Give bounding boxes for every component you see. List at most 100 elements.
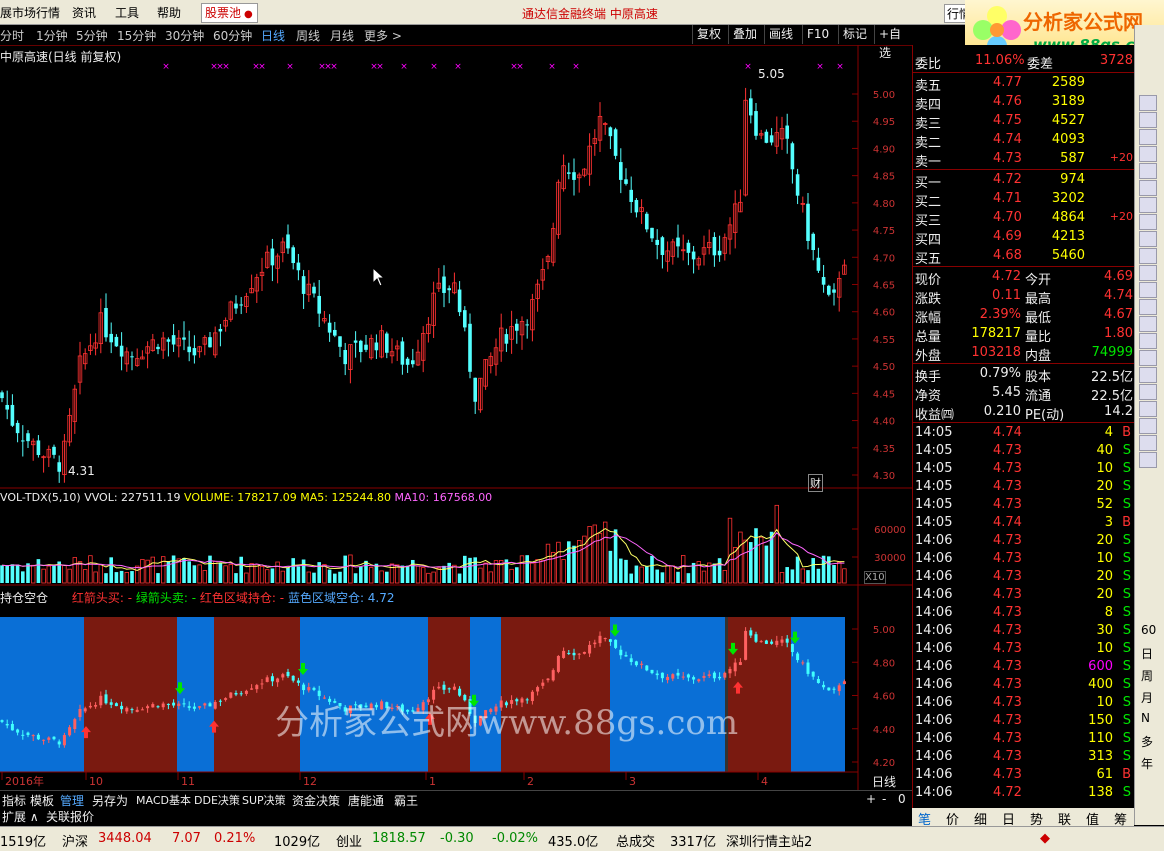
- side-period-label[interactable]: 60: [1141, 623, 1156, 637]
- weicha-label: 委差: [1027, 57, 1054, 72]
- side-tool-icon[interactable]: [1139, 435, 1157, 451]
- tick-volume: 4: [1104, 425, 1113, 440]
- tab-capital[interactable]: 资金决策: [292, 792, 340, 809]
- candle-body: [0, 392, 4, 399]
- volume-bar: [0, 565, 4, 583]
- zoom-out-button[interactable]: -: [882, 792, 886, 806]
- side-tool-icon[interactable]: [1139, 95, 1157, 111]
- finance-flag-icon[interactable]: 财: [808, 474, 823, 492]
- fuquan-button[interactable]: 复权: [692, 25, 725, 44]
- side-period-label[interactable]: 日: [1141, 645, 1153, 662]
- side-tool-icon[interactable]: [1139, 146, 1157, 162]
- menu-market[interactable]: 展市场行情: [0, 4, 60, 21]
- side-tool-icon[interactable]: [1139, 129, 1157, 145]
- tick-price: 4.73: [993, 749, 1022, 764]
- f10-button[interactable]: F10: [802, 25, 833, 44]
- stock-pool-button[interactable]: 股票池 ●: [201, 3, 258, 23]
- side-tool-icon[interactable]: [1139, 231, 1157, 247]
- period-tab-more[interactable]: 更多 >: [364, 27, 402, 44]
- side-tool-icon[interactable]: [1139, 418, 1157, 434]
- side-tool-icon[interactable]: [1139, 401, 1157, 417]
- overlay-button[interactable]: 叠加: [728, 25, 761, 44]
- side-tool-icon[interactable]: [1139, 316, 1157, 332]
- bid-volume: 4864: [1051, 210, 1085, 225]
- related-quotes-tab[interactable]: 关联报价: [46, 808, 94, 825]
- tab-save-as[interactable]: 另存为: [92, 792, 128, 809]
- bid-row[interactable]: 买二 4.71 3202: [913, 191, 1135, 210]
- menu-news[interactable]: 资讯: [72, 4, 96, 21]
- tick-row: 14:06 4.73 313 S: [913, 749, 1135, 767]
- volume-bar: [385, 571, 389, 583]
- candle-body: [717, 250, 722, 256]
- tab-indicator[interactable]: 指标: [2, 792, 26, 809]
- side-period-label[interactable]: 月: [1141, 689, 1153, 706]
- ask-row[interactable]: 卖四 4.76 3189: [913, 94, 1135, 113]
- kline-chart-svg[interactable]: 5.00 4.95 4.90 4.85 4.80 4.75 4.70 4.65 4.60 4.55…: [0, 45, 912, 790]
- ask-row[interactable]: 卖三 4.75 4527: [913, 113, 1135, 132]
- period-tab[interactable]: 1分钟: [36, 27, 68, 44]
- tab-dde[interactable]: DDE决策: [194, 792, 240, 808]
- side-tool-icon[interactable]: [1139, 112, 1157, 128]
- tab-sup[interactable]: SUP决策: [242, 792, 286, 808]
- stock-title: 中原高速(日线 前复权): [0, 50, 122, 64]
- vol-tick-label: 60000: [874, 525, 906, 536]
- tab-macd[interactable]: MACD基本: [136, 792, 191, 808]
- side-tool-icon[interactable]: [1139, 452, 1157, 468]
- volume-bar: [275, 561, 280, 584]
- price-tick-label: 4.40: [873, 417, 895, 428]
- tab-template[interactable]: 模板: [30, 792, 54, 809]
- bid-row[interactable]: 买四 4.69 4213: [913, 229, 1135, 248]
- side-tool-icon[interactable]: [1139, 197, 1157, 213]
- side-tool-icon[interactable]: [1139, 299, 1157, 315]
- side-period-label[interactable]: 周: [1141, 667, 1153, 684]
- ask-row[interactable]: 卖二 4.74 4093: [913, 132, 1135, 151]
- expand-button[interactable]: 扩展 ∧: [2, 808, 39, 825]
- tab-tangnengtong[interactable]: 唐能通: [348, 792, 384, 809]
- period-tab-active[interactable]: 日线: [261, 27, 285, 44]
- zoom-reset-button[interactable]: 0: [898, 792, 906, 806]
- menu-help[interactable]: 帮助: [157, 4, 181, 21]
- signal-mark: ×: [454, 62, 462, 72]
- bid-row[interactable]: 买三 4.70 4864 +20: [913, 210, 1135, 229]
- period-tab[interactable]: 月线: [330, 27, 354, 44]
- chart-area[interactable]: 5.00 4.95 4.90 4.85 4.80 4.75 4.70 4.65 4.60 4.55…: [0, 45, 912, 790]
- bid-row[interactable]: 买一 4.72 974: [913, 172, 1135, 191]
- period-tab[interactable]: 60分钟: [213, 27, 252, 44]
- side-tool-icon[interactable]: [1139, 367, 1157, 383]
- side-tool-icon[interactable]: [1139, 350, 1157, 366]
- period-tab[interactable]: 周线: [296, 27, 320, 44]
- side-tool-icon[interactable]: [1139, 265, 1157, 281]
- ask-row[interactable]: 卖五 4.77 2589: [913, 75, 1135, 94]
- tab-manage[interactable]: 管理: [60, 792, 84, 809]
- side-tool-icon[interactable]: [1139, 163, 1157, 179]
- ind-tick-label: 5.00: [873, 625, 895, 636]
- ind-candle-body: [728, 668, 732, 674]
- bid-row[interactable]: 买五 4.68 5460: [913, 248, 1135, 267]
- side-period-label[interactable]: 年: [1141, 755, 1153, 772]
- side-period-label[interactable]: 多: [1141, 733, 1153, 750]
- ask-row[interactable]: 卖一 4.73 587 +20: [913, 151, 1135, 170]
- period-tab[interactable]: 分时: [0, 27, 24, 44]
- side-tool-icon[interactable]: [1139, 384, 1157, 400]
- side-tool-icon[interactable]: [1139, 282, 1157, 298]
- mark-button[interactable]: 标记: [838, 25, 871, 44]
- side-tool-icon[interactable]: [1139, 180, 1157, 196]
- menu-tools[interactable]: 工具: [115, 4, 139, 21]
- candle-body: [806, 203, 810, 241]
- period-tab[interactable]: 15分钟: [117, 27, 156, 44]
- tab-bawang[interactable]: 霸王: [394, 792, 418, 809]
- side-period-label[interactable]: N: [1141, 711, 1150, 725]
- side-tool-icon[interactable]: [1139, 214, 1157, 230]
- side-tool-icon[interactable]: [1139, 248, 1157, 264]
- side-tool-icon[interactable]: [1139, 333, 1157, 349]
- ind-candle-body: [208, 703, 212, 707]
- ask-price: 4.77: [993, 75, 1022, 90]
- zoom-in-button[interactable]: +: [866, 792, 876, 806]
- bid-price: 4.72: [993, 172, 1022, 187]
- period-tab[interactable]: 30分钟: [165, 27, 204, 44]
- candle-body: [660, 237, 665, 255]
- add-watchlist-button[interactable]: +自选: [874, 25, 912, 60]
- red-zone-legend: 红色区域持仓: -: [199, 591, 285, 605]
- period-tab[interactable]: 5分钟: [76, 27, 108, 44]
- draw-button[interactable]: 画线: [764, 25, 797, 44]
